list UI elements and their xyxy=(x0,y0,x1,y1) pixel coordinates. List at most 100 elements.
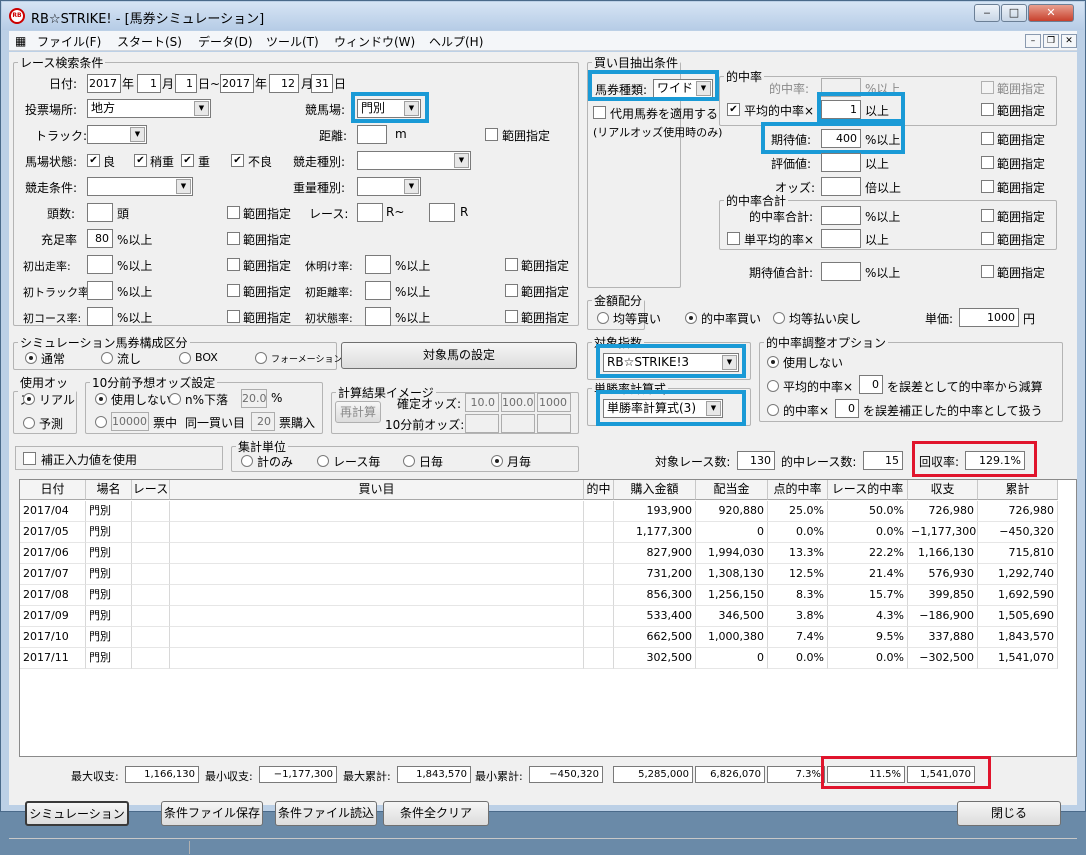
save-conditions-button[interactable]: 条件ファイル保存 xyxy=(161,801,263,826)
first-cond-input[interactable] xyxy=(365,307,391,326)
race-to-input[interactable] xyxy=(429,203,455,222)
sim-normal-radio[interactable] xyxy=(25,352,37,364)
col-header-point-hit[interactable]: 点的中率 xyxy=(768,480,828,500)
odds10-same-input[interactable]: 20 xyxy=(251,412,275,431)
hit-sum-input[interactable] xyxy=(821,206,861,225)
adjust-none-radio[interactable] xyxy=(767,356,779,368)
odds10-drop-input[interactable]: 20.0 xyxy=(241,389,267,408)
track-select[interactable]: ▼ xyxy=(87,125,147,144)
fixed-odds-2[interactable]: 100.0 xyxy=(501,393,535,412)
first-course-range-checkbox[interactable] xyxy=(227,310,240,323)
menu-start[interactable]: スタート(S) xyxy=(117,33,182,50)
close-icon[interactable]: ✕ xyxy=(1028,4,1074,22)
rest-input[interactable] xyxy=(365,255,391,274)
heads-range-checkbox[interactable] xyxy=(227,206,240,219)
expect-range-checkbox[interactable] xyxy=(981,132,994,145)
col-header-buy[interactable]: 購入金額 xyxy=(614,480,696,500)
unit-price-input[interactable]: 1000 xyxy=(959,308,1019,327)
simulate-button[interactable]: シミュレーション xyxy=(25,801,129,826)
eval-range-checkbox[interactable] xyxy=(981,156,994,169)
fixed-odds-1[interactable]: 10.0 xyxy=(465,393,499,412)
agg-race-radio[interactable] xyxy=(317,455,329,467)
single-avg-range-checkbox[interactable] xyxy=(981,232,994,245)
col-header-cum[interactable]: 累計 xyxy=(978,480,1058,500)
maximize-button[interactable]: □ xyxy=(1001,4,1027,22)
mdi-close-icon[interactable]: ✕ xyxy=(1061,34,1077,48)
results-table[interactable]: 日付 場名 レース 買い目 的中 購入金額 配当金 点的中率 レース的中率 収支… xyxy=(19,479,1077,757)
col-header-income[interactable]: 収支 xyxy=(908,480,978,500)
col-header-date[interactable]: 日付 xyxy=(20,480,86,500)
avg-hit-range-checkbox[interactable] xyxy=(981,103,994,116)
odds10-none-radio[interactable] xyxy=(95,393,107,405)
heads-input[interactable] xyxy=(87,203,113,222)
cond-slightly-heavy-checkbox[interactable]: ✔ xyxy=(134,154,147,167)
col-header-payout[interactable]: 配当金 xyxy=(696,480,768,500)
single-avg-input[interactable] xyxy=(821,229,861,248)
odds-pred-radio[interactable] xyxy=(23,417,35,429)
to-year-input[interactable]: 2017 xyxy=(220,74,254,93)
single-avg-checkbox[interactable] xyxy=(727,232,740,245)
odds10-drop-radio[interactable] xyxy=(169,393,181,405)
col-header-venue[interactable]: 場名 xyxy=(86,480,132,500)
menu-help[interactable]: ヘルプ(H) xyxy=(429,33,483,50)
clear-conditions-button[interactable]: 条件全クリア xyxy=(383,801,489,826)
recalc-button[interactable]: 再計算 xyxy=(335,401,381,423)
money-hitrate-radio[interactable] xyxy=(685,312,697,324)
expect-sum-range-checkbox[interactable] xyxy=(981,265,994,278)
col-header-race[interactable]: レース xyxy=(132,480,170,500)
menu-file[interactable]: ファイル(F) xyxy=(37,33,101,50)
from-month-input[interactable]: 1 xyxy=(137,74,161,93)
from-day-input[interactable]: 1 xyxy=(175,74,197,93)
first-track-range-checkbox[interactable] xyxy=(227,284,240,297)
avg-hit-checkbox[interactable]: ✔ xyxy=(727,103,740,116)
ten-min-odds-1[interactable] xyxy=(465,414,499,433)
money-equal-radio[interactable] xyxy=(597,312,609,324)
odds10-amount-input[interactable]: 10000 xyxy=(111,412,149,431)
hit-rate-range-checkbox[interactable] xyxy=(981,81,994,94)
correction-checkbox[interactable] xyxy=(23,452,36,465)
sim-formation-radio[interactable] xyxy=(255,352,267,364)
eval-input[interactable] xyxy=(821,153,861,172)
first-track-input[interactable] xyxy=(87,281,113,300)
agg-day-radio[interactable] xyxy=(403,455,415,467)
cond-bad-checkbox[interactable]: ✔ xyxy=(231,154,244,167)
first-cond-range-checkbox[interactable] xyxy=(505,310,518,323)
adjust-avg-radio[interactable] xyxy=(767,380,779,392)
sim-flow-radio[interactable] xyxy=(101,352,113,364)
menu-tool[interactable]: ツール(T) xyxy=(266,33,319,50)
adjust-hit-input[interactable]: 0 xyxy=(835,399,859,418)
cond-heavy-checkbox[interactable]: ✔ xyxy=(181,154,194,167)
ten-min-odds-3[interactable] xyxy=(537,414,571,433)
agg-month-radio[interactable] xyxy=(491,455,503,467)
odds-real-radio[interactable] xyxy=(23,393,35,405)
first-dist-range-checkbox[interactable] xyxy=(505,284,518,297)
weight-kind-select[interactable]: ▼ xyxy=(357,177,421,196)
fixed-odds-3[interactable]: 1000 xyxy=(537,393,571,412)
venue-type-select[interactable]: 地方 ▼ xyxy=(87,99,211,118)
first-run-range-checkbox[interactable] xyxy=(227,258,240,271)
menu-data[interactable]: データ(D) xyxy=(198,33,253,50)
minimize-button[interactable]: ‒ xyxy=(974,4,1000,22)
target-horse-button[interactable]: 対象馬の設定 xyxy=(341,342,577,369)
distance-range-checkbox[interactable] xyxy=(485,128,498,141)
expect-sum-input[interactable] xyxy=(821,262,861,281)
fill-input[interactable]: 80 xyxy=(87,229,113,248)
rest-range-checkbox[interactable] xyxy=(505,258,518,271)
mdi-child-icon[interactable]: ▦ xyxy=(15,34,26,48)
ten-min-odds-2[interactable] xyxy=(501,414,535,433)
first-course-input[interactable] xyxy=(87,307,113,326)
race-kind-select[interactable]: ▼ xyxy=(357,151,471,170)
mdi-restore-icon[interactable]: ❐ xyxy=(1043,34,1059,48)
col-header-bet[interactable]: 買い目 xyxy=(170,480,584,500)
adjust-avg-input[interactable]: 0 xyxy=(859,375,883,394)
agg-total-radio[interactable] xyxy=(241,455,253,467)
first-run-input[interactable] xyxy=(87,255,113,274)
money-payout-radio[interactable] xyxy=(773,312,785,324)
col-header-hit[interactable]: 的中 xyxy=(584,480,614,500)
to-day-input[interactable]: 31 xyxy=(311,74,333,93)
from-year-input[interactable]: 2017 xyxy=(87,74,121,93)
race-from-input[interactable] xyxy=(357,203,383,222)
close-button[interactable]: 閉じる xyxy=(957,801,1061,826)
col-header-race-hit[interactable]: レース的中率 xyxy=(828,480,908,500)
odds10-amount-radio[interactable] xyxy=(95,416,107,428)
